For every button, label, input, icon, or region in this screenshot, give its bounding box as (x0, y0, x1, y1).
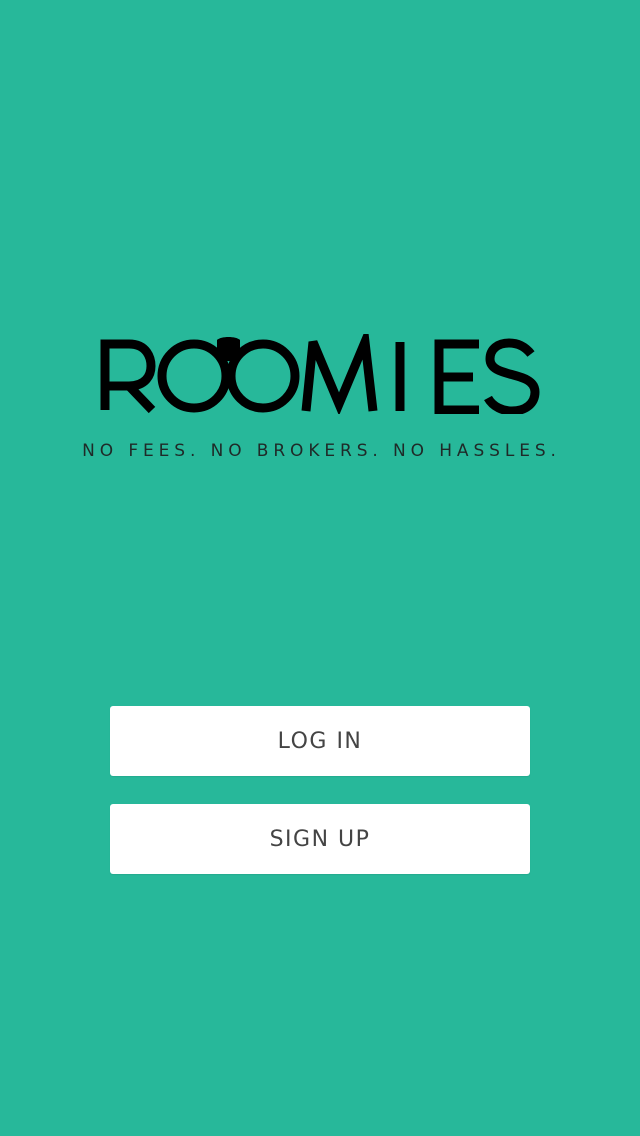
tagline: NO FEES. NO BROKERS. NO HASSLES. (82, 441, 561, 461)
login-button[interactable]: LOG IN (110, 706, 530, 776)
roomies-logo (100, 334, 540, 414)
signup-button[interactable]: SIGN UP (110, 804, 530, 874)
